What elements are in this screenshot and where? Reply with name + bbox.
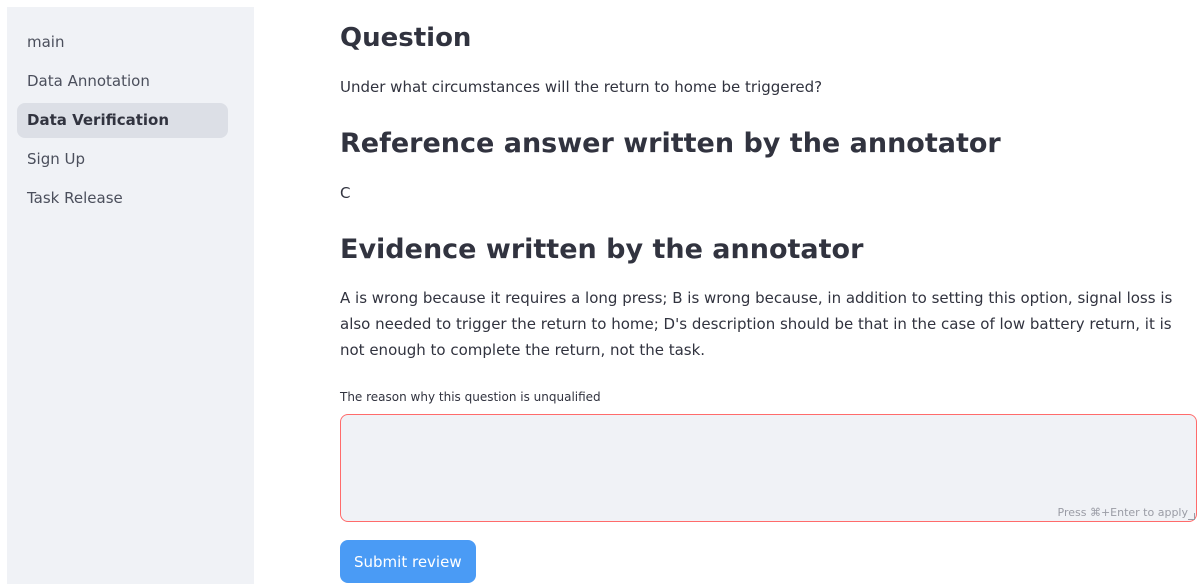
reference-answer-heading: Reference answer written by the annotato…: [340, 128, 1001, 159]
evidence-heading: Evidence written by the annotator: [340, 234, 864, 265]
resize-grip-icon[interactable]: [1188, 513, 1195, 520]
textarea-hint: Press ⌘+Enter to apply: [1057, 506, 1189, 519]
sidebar-item-main[interactable]: main: [17, 25, 228, 60]
sidebar: main Data Annotation Data Verification S…: [7, 7, 254, 584]
question-text: Under what circumstances will the return…: [340, 78, 823, 96]
sidebar-item-data-verification[interactable]: Data Verification: [17, 103, 228, 138]
submit-review-button[interactable]: Submit review: [340, 540, 476, 583]
question-heading: Question: [340, 23, 472, 53]
sidebar-item-task-release[interactable]: Task Release: [17, 181, 228, 216]
sidebar-item-data-annotation[interactable]: Data Annotation: [17, 64, 228, 99]
app: main Data Annotation Data Verification S…: [0, 0, 1200, 584]
reason-field-label: The reason why this question is unqualif…: [340, 390, 601, 404]
sidebar-item-sign-up[interactable]: Sign Up: [17, 142, 228, 177]
evidence-text: A is wrong because it requires a long pr…: [340, 289, 1173, 359]
reference-answer-text: C: [340, 184, 351, 202]
reason-textarea-container: Press ⌘+Enter to apply: [340, 414, 1197, 522]
